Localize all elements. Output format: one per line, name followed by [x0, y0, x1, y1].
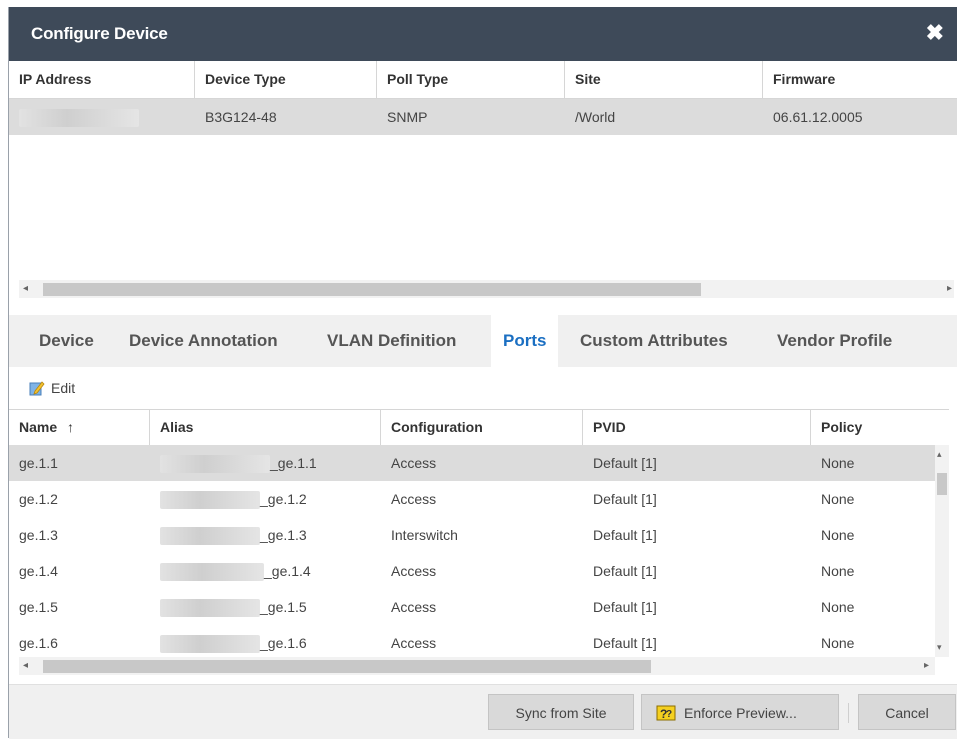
- port-alias: _ge.1.5: [150, 589, 307, 625]
- table-row[interactable]: ge.1.6 _ge.1.6 Access Default [1] None: [9, 625, 935, 657]
- column-site[interactable]: Site: [565, 61, 763, 98]
- svg-text:?: ?: [666, 709, 672, 720]
- configure-device-dialog: Configure Device ✖ IP Address Device Typ…: [8, 7, 957, 739]
- port-name: ge.1.5: [19, 599, 58, 615]
- column-name[interactable]: Name ↑: [9, 410, 150, 445]
- port-policy: None: [821, 527, 855, 543]
- scroll-up-icon[interactable]: ▴: [937, 449, 942, 460]
- firmware-cell: 06.61.12.0005: [773, 109, 863, 125]
- tab-device-annotation[interactable]: Device Annotation: [129, 315, 278, 367]
- port-configuration: Access: [391, 635, 437, 651]
- column-firmware[interactable]: Firmware: [763, 61, 957, 98]
- tab-custom-attributes[interactable]: Custom Attributes: [580, 315, 728, 367]
- table-row[interactable]: ge.1.2 _ge.1.2 Access Default [1] None: [9, 481, 935, 517]
- port-policy: None: [821, 635, 855, 651]
- table-row[interactable]: ge.1.1 _ge.1.1 Access Default [1] None: [9, 445, 935, 481]
- ports-table-hscrollbar[interactable]: ◂ ▸: [19, 657, 935, 675]
- port-alias: _ge.1.6: [150, 625, 307, 657]
- table-row[interactable]: ge.1.4 _ge.1.4 Access Default [1] None: [9, 553, 935, 589]
- dialog-footer: Sync from Site ? ? Enforce Preview... Ca…: [9, 684, 957, 739]
- column-policy[interactable]: Policy: [811, 410, 949, 445]
- enforce-preview-label: Enforce Preview...: [684, 705, 797, 721]
- column-pvid[interactable]: PVID: [583, 410, 811, 445]
- port-configuration: Access: [391, 455, 437, 471]
- port-alias: _ge.1.1: [150, 445, 317, 481]
- redacted-ip: [19, 109, 139, 128]
- device-row[interactable]: B3G124-48 SNMP /World 06.61.12.0005: [9, 99, 957, 135]
- tab-device[interactable]: Device: [39, 315, 94, 367]
- port-configuration: Access: [391, 599, 437, 615]
- tab-ports[interactable]: Ports: [491, 315, 559, 367]
- port-policy: None: [821, 599, 855, 615]
- column-configuration[interactable]: Configuration: [381, 410, 583, 445]
- tab-vendor-profile[interactable]: Vendor Profile: [777, 315, 892, 367]
- scroll-left-icon[interactable]: ◂: [23, 280, 28, 298]
- sort-ascending-icon: ↑: [67, 419, 75, 435]
- tab-bar: Device Device Annotation VLAN Definition…: [9, 315, 957, 367]
- cancel-button[interactable]: Cancel: [858, 694, 956, 730]
- scroll-down-icon[interactable]: ▾: [937, 642, 942, 653]
- edit-button[interactable]: Edit: [29, 377, 75, 399]
- table-row[interactable]: ge.1.3 _ge.1.3 Interswitch Default [1] N…: [9, 517, 935, 553]
- ports-table-header: Name ↑ Alias Configuration PVID Policy: [9, 409, 949, 446]
- port-pvid: Default [1]: [593, 455, 657, 471]
- scroll-thumb[interactable]: [43, 283, 701, 296]
- port-configuration: Interswitch: [391, 527, 458, 543]
- scroll-left-icon[interactable]: ◂: [23, 657, 28, 675]
- column-poll-type[interactable]: Poll Type: [377, 61, 565, 98]
- port-configuration: Access: [391, 563, 437, 579]
- edit-label: Edit: [51, 380, 76, 396]
- sync-from-site-button[interactable]: Sync from Site: [488, 694, 634, 730]
- port-name: ge.1.2: [19, 491, 58, 507]
- scroll-right-icon[interactable]: ▸: [924, 657, 929, 675]
- dialog-titlebar: Configure Device ✖: [9, 7, 957, 61]
- poll-type-cell: SNMP: [387, 109, 428, 125]
- site-cell: /World: [575, 109, 616, 125]
- device-table-hscrollbar[interactable]: ◂ ▸: [19, 280, 954, 298]
- table-row[interactable]: ge.1.5 _ge.1.5 Access Default [1] None: [9, 589, 935, 625]
- button-divider: [848, 703, 849, 723]
- edit-icon: [29, 381, 45, 396]
- ports-table-body: ge.1.1 _ge.1.1 Access Default [1] None g…: [9, 445, 935, 657]
- device-type-cell: B3G124-48: [205, 109, 277, 125]
- ports-table-vscrollbar[interactable]: ▴ ▾: [935, 445, 949, 657]
- port-policy: None: [821, 455, 855, 471]
- tab-vlan-definition[interactable]: VLAN Definition: [327, 315, 456, 367]
- port-name: ge.1.4: [19, 563, 58, 579]
- scroll-thumb[interactable]: [43, 660, 651, 673]
- port-name: ge.1.3: [19, 527, 58, 543]
- scroll-thumb[interactable]: [937, 473, 947, 495]
- port-alias: _ge.1.2: [150, 481, 307, 517]
- column-device-type[interactable]: Device Type: [195, 61, 377, 98]
- enforce-preview-button[interactable]: ? ? Enforce Preview...: [641, 694, 839, 730]
- ports-toolbar: Edit: [9, 367, 957, 409]
- port-alias: _ge.1.3: [150, 517, 307, 553]
- close-icon[interactable]: ✖: [926, 22, 944, 44]
- port-policy: None: [821, 491, 855, 507]
- scroll-right-icon[interactable]: ▸: [947, 280, 952, 298]
- port-policy: None: [821, 563, 855, 579]
- enforce-icon: ? ?: [656, 705, 676, 721]
- port-pvid: Default [1]: [593, 491, 657, 507]
- port-name: ge.1.6: [19, 635, 58, 651]
- port-alias: _ge.1.4: [150, 553, 311, 589]
- column-alias[interactable]: Alias: [150, 410, 381, 445]
- port-configuration: Access: [391, 491, 437, 507]
- ip-address-cell: [9, 99, 195, 135]
- port-name: ge.1.1: [19, 455, 58, 471]
- device-table-header: IP Address Device Type Poll Type Site Fi…: [9, 61, 957, 99]
- port-pvid: Default [1]: [593, 527, 657, 543]
- dialog-title: Configure Device: [31, 24, 168, 43]
- port-pvid: Default [1]: [593, 599, 657, 615]
- column-ip-address[interactable]: IP Address: [9, 61, 195, 98]
- port-pvid: Default [1]: [593, 563, 657, 579]
- port-pvid: Default [1]: [593, 635, 657, 651]
